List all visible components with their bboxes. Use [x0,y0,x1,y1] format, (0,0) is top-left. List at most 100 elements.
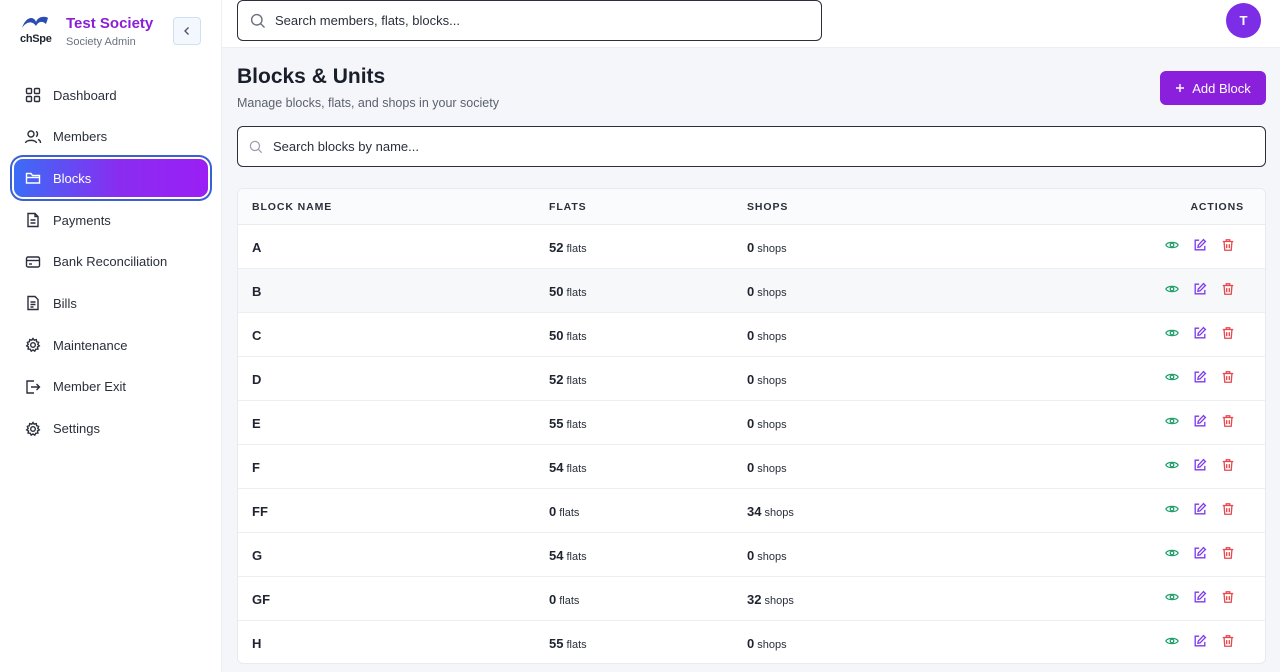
delete-icon[interactable] [1221,546,1235,560]
flats-unit: flats [566,287,587,299]
edit-icon[interactable] [1193,546,1207,560]
sidebar-item-label: Maintenance [53,337,128,353]
document-icon [24,211,42,229]
edit-icon[interactable] [1193,414,1207,428]
row-actions [1165,458,1235,472]
view-icon[interactable] [1165,326,1179,340]
sidebar-item-label: Bank Reconciliation [53,254,168,270]
table-row[interactable]: E 55 flats 0 shops [238,401,1265,445]
view-icon[interactable] [1165,238,1179,252]
table-row[interactable]: H 55 flats 0 shops [238,621,1265,663]
row-actions [1165,502,1235,516]
edit-icon[interactable] [1193,238,1207,252]
delete-icon[interactable] [1221,590,1235,604]
edit-icon[interactable] [1193,458,1207,472]
shops-unit: shops [757,375,787,387]
flats-count: 0 [549,504,557,519]
edit-icon[interactable] [1193,282,1207,296]
delete-icon[interactable] [1221,458,1235,472]
sidebar-item-maintenance[interactable]: Maintenance [14,326,208,364]
shops-count: 0 [747,548,755,563]
row-actions [1165,282,1235,296]
shops-cell: 0 shops [747,284,787,299]
table-row[interactable]: F 54 flats 0 shops [238,445,1265,489]
block-search-input[interactable] [273,139,1173,154]
table-row[interactable]: G 54 flats 0 shops [238,533,1265,577]
view-icon[interactable] [1165,634,1179,648]
sidebar: chSpe Test Society Society Admin Dashboa… [0,0,222,672]
sidebar-item-payments[interactable]: Payments [14,201,208,239]
user-avatar[interactable]: T [1226,3,1261,38]
block-name-cell: F [252,460,260,475]
global-search-input[interactable] [275,13,795,28]
add-block-label: Add Block [1192,80,1251,96]
sidebar-item-settings[interactable]: Settings [14,410,208,448]
sidebar-item-dashboard[interactable]: Dashboard [14,76,208,114]
block-name-cell: B [252,284,262,299]
flats-cell: 55 flats [549,636,587,651]
edit-icon[interactable] [1193,634,1207,648]
sidebar-item-bills[interactable]: Bills [14,284,208,322]
shops-cell: 34 shops [747,504,794,519]
sidebar-item-bank-reconciliation[interactable]: Bank Reconciliation [14,243,208,281]
flats-cell: 50 flats [549,284,587,299]
flats-count: 54 [549,460,564,475]
sidebar-item-blocks[interactable]: Blocks [14,159,208,198]
view-icon[interactable] [1165,458,1179,472]
add-block-button[interactable]: Add Block [1160,71,1266,105]
delete-icon[interactable] [1221,502,1235,516]
flats-unit: flats [566,243,587,255]
shops-unit: shops [764,595,794,607]
view-icon[interactable] [1165,546,1179,560]
table-row[interactable]: A 52 flats 0 shops [238,225,1265,269]
block-name-cell: D [252,372,262,387]
collapse-sidebar-button[interactable] [173,17,201,45]
table-row[interactable]: B 50 flats 0 shops [238,269,1265,313]
table-row[interactable]: GF 0 flats 32 shops [238,577,1265,621]
delete-icon[interactable] [1221,414,1235,428]
members-icon [24,128,42,146]
flats-cell: 52 flats [549,240,587,255]
view-icon[interactable] [1165,502,1179,516]
view-icon[interactable] [1165,414,1179,428]
block-search-box[interactable] [237,126,1266,167]
table-row[interactable]: C 50 flats 0 shops [238,313,1265,357]
edit-icon[interactable] [1193,370,1207,384]
global-search-box[interactable] [237,0,822,41]
delete-icon[interactable] [1221,370,1235,384]
shops-count: 0 [747,372,755,387]
delete-icon[interactable] [1221,326,1235,340]
shops-unit: shops [757,551,787,563]
header-flats: FLATS [549,201,587,213]
exit-icon [24,378,42,396]
flats-cell: 55 flats [549,416,587,431]
settings-gear-icon [24,420,42,438]
table-row[interactable]: D 52 flats 0 shops [238,357,1265,401]
shops-unit: shops [764,507,794,519]
delete-icon[interactable] [1221,634,1235,648]
table-row[interactable]: FF 0 flats 34 shops [238,489,1265,533]
block-name-cell: H [252,636,262,651]
flats-count: 50 [549,328,564,343]
flats-unit: flats [566,375,587,387]
view-icon[interactable] [1165,590,1179,604]
flats-unit: flats [566,331,587,343]
block-name-cell: A [252,240,262,255]
view-icon[interactable] [1165,282,1179,296]
flats-unit: flats [566,639,587,651]
flats-cell: 0 flats [549,504,579,519]
shops-count: 32 [747,592,762,607]
view-icon[interactable] [1165,370,1179,384]
sidebar-item-label: Member Exit [53,379,126,395]
edit-icon[interactable] [1193,326,1207,340]
sidebar-item-members[interactable]: Members [14,118,208,156]
sidebar-item-label: Blocks [53,170,92,186]
row-actions [1165,590,1235,604]
edit-icon[interactable] [1193,590,1207,604]
flats-unit: flats [559,595,580,607]
delete-icon[interactable] [1221,238,1235,252]
flats-unit: flats [566,551,587,563]
delete-icon[interactable] [1221,282,1235,296]
edit-icon[interactable] [1193,502,1207,516]
sidebar-item-member-exit[interactable]: Member Exit [14,368,208,406]
